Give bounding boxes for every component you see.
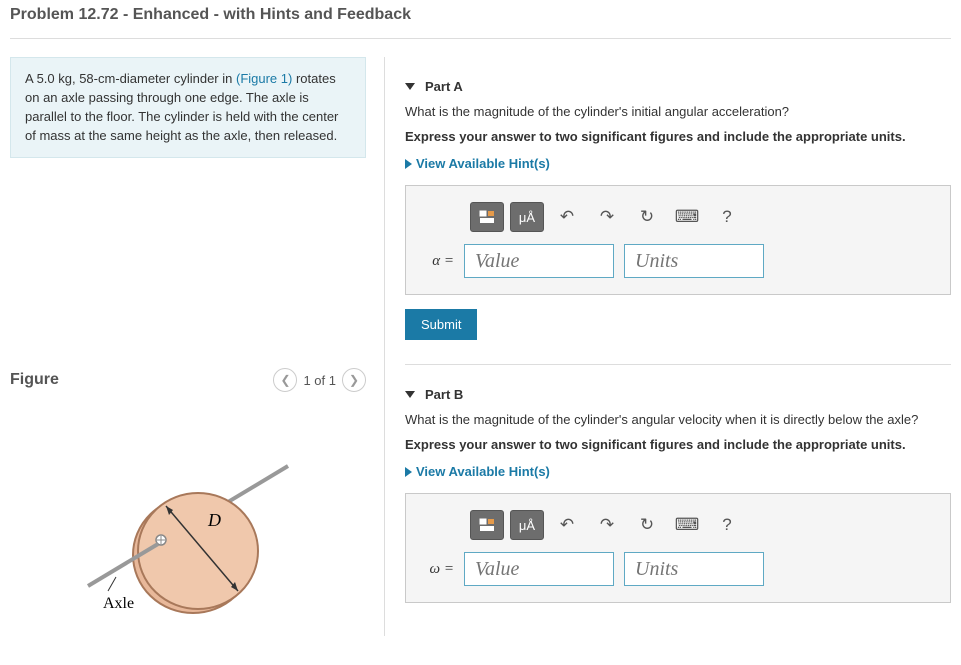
part-b-answer-box: μÅ ↶ ↷ ↻ ⌨ ? ω = xyxy=(405,493,951,603)
divider xyxy=(10,38,951,39)
part-a-hints-link[interactable]: View Available Hint(s) xyxy=(405,156,550,171)
keyboard-icon[interactable]: ⌨ xyxy=(670,202,704,232)
figure-pager: 1 of 1 xyxy=(303,373,336,388)
part-a-submit-button[interactable]: Submit xyxy=(405,309,477,340)
redo-button[interactable]: ↷ xyxy=(590,510,624,540)
reset-button[interactable]: ↻ xyxy=(630,510,664,540)
part-a-answer-box: μÅ ↶ ↷ ↻ ⌨ ? α = xyxy=(405,185,951,295)
part-b-title: Part B xyxy=(425,387,463,402)
part-a-question: What is the magnitude of the cylinder's … xyxy=(405,104,951,119)
part-a-title: Part A xyxy=(425,79,463,94)
help-button[interactable]: ? xyxy=(710,202,744,232)
figure-diagram: D Axle xyxy=(10,436,366,636)
part-a-units-input[interactable] xyxy=(624,244,764,278)
figure-next-button[interactable]: ❯ xyxy=(342,368,366,392)
problem-statement: A 5.0 kg, 58-cm-diameter cylinder in (Fi… xyxy=(10,57,366,158)
figure-title: Figure xyxy=(10,371,59,389)
undo-button[interactable]: ↶ xyxy=(550,202,584,232)
special-char-button[interactable]: μÅ xyxy=(510,510,544,540)
label-axle: Axle xyxy=(103,595,134,612)
part-b-units-input[interactable] xyxy=(624,552,764,586)
figure-prev-button[interactable]: ❮ xyxy=(273,368,297,392)
part-b-question: What is the magnitude of the cylinder's … xyxy=(405,412,951,427)
reset-button[interactable]: ↻ xyxy=(630,202,664,232)
expand-icon xyxy=(405,159,412,169)
part-b-instruction: Express your answer to two significant f… xyxy=(405,437,951,452)
template-icon[interactable] xyxy=(470,202,504,232)
part-a-instruction: Express your answer to two significant f… xyxy=(405,129,951,144)
help-button[interactable]: ? xyxy=(710,510,744,540)
part-b-hints-link[interactable]: View Available Hint(s) xyxy=(405,464,550,479)
special-char-button[interactable]: μÅ xyxy=(510,202,544,232)
keyboard-icon[interactable]: ⌨ xyxy=(670,510,704,540)
template-icon[interactable] xyxy=(470,510,504,540)
collapse-icon xyxy=(405,391,415,398)
hints-label: View Available Hint(s) xyxy=(416,464,550,479)
part-a-value-input[interactable] xyxy=(464,244,614,278)
problem-text-pre: A 5.0 kg, 58-cm-diameter cylinder in xyxy=(25,71,236,86)
hints-label: View Available Hint(s) xyxy=(416,156,550,171)
undo-button[interactable]: ↶ xyxy=(550,510,584,540)
part-b-value-input[interactable] xyxy=(464,552,614,586)
part-b-header[interactable]: Part B xyxy=(405,365,951,412)
label-d: D xyxy=(207,510,221,530)
part-b-variable: ω = xyxy=(422,561,454,578)
figure-link[interactable]: (Figure 1) xyxy=(236,71,292,86)
collapse-icon xyxy=(405,83,415,90)
expand-icon xyxy=(405,467,412,477)
part-a-variable: α = xyxy=(422,253,454,270)
part-a-header[interactable]: Part A xyxy=(405,57,951,104)
page-title: Problem 12.72 - Enhanced - with Hints an… xyxy=(10,0,951,38)
redo-button[interactable]: ↷ xyxy=(590,202,624,232)
